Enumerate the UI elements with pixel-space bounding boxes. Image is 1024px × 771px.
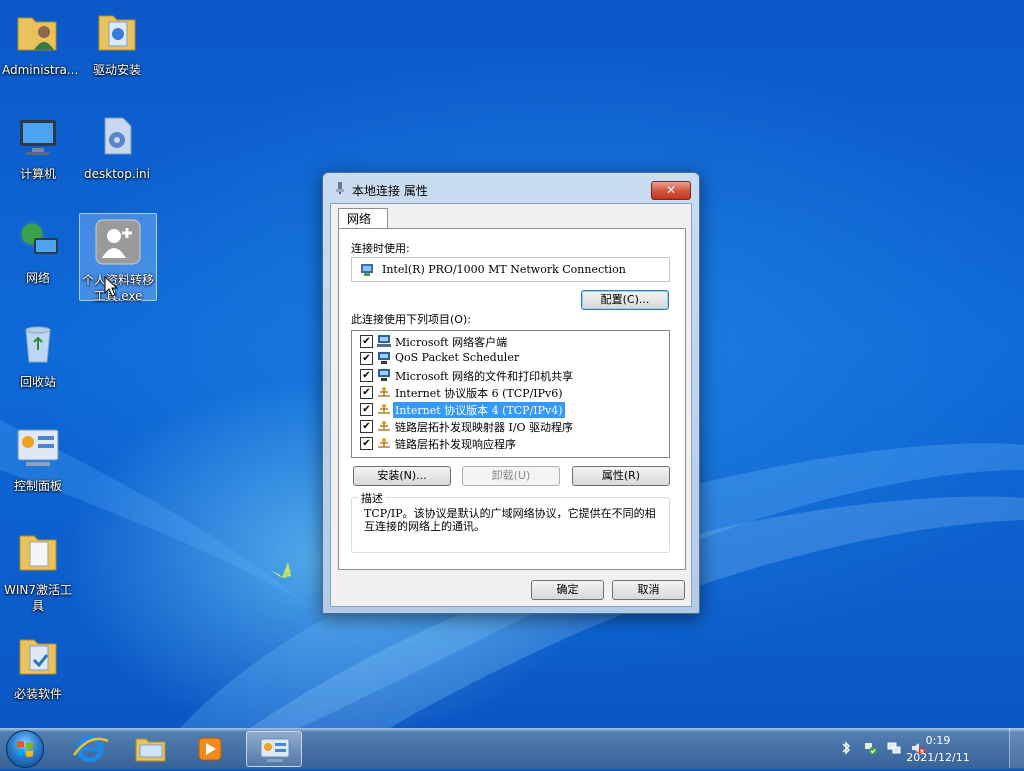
ok-button[interactable]: 确定 <box>531 580 604 600</box>
cancel-button[interactable]: 取消 <box>612 580 685 600</box>
uninstall-button[interactable]: 卸载(U) <box>462 466 560 486</box>
item-label: Microsoft 网络的文件和打印机共享 <box>395 370 574 383</box>
media-player-icon <box>198 737 222 761</box>
desktop-icon-driver-install[interactable]: 驱动安装 <box>79 4 155 78</box>
network-adapter-icon <box>361 264 373 276</box>
network-client-icon <box>377 335 391 347</box>
desktop-icon-recycle-bin[interactable]: 回收站 <box>0 316 76 390</box>
network-service-icon <box>378 352 390 364</box>
mouse-cursor-icon <box>104 276 118 297</box>
protocol-icon <box>378 421 390 431</box>
network-icon <box>18 220 58 254</box>
clock-time: 0:19 <box>925 734 951 747</box>
connect-using-label: 连接时使用: <box>351 242 410 255</box>
list-item-selected[interactable]: ✔ Internet 协议版本 4 (TCP/IPv4) <box>360 401 660 419</box>
item-label: QoS Packet Scheduler <box>395 351 520 364</box>
taskbar-ie-button[interactable] <box>62 731 118 767</box>
desktop-icon-label: 网络 <box>25 271 50 285</box>
taskbar-media-player-button[interactable] <box>182 731 238 767</box>
dialog-titlebar[interactable]: 本地连接 属性 ✕ <box>323 173 699 203</box>
desktop-icon-essential-software[interactable]: 必装软件 <box>0 628 76 702</box>
tab-network[interactable]: 网络 <box>338 208 388 228</box>
desktop-icon-label: desktop.ini <box>84 167 150 181</box>
list-item[interactable]: ✔ QoS Packet Scheduler <box>360 350 660 366</box>
item-label: Internet 协议版本 6 (TCP/IPv6) <box>395 387 563 400</box>
bluetooth-icon[interactable] <box>838 740 854 756</box>
close-icon: ✕ <box>665 183 677 197</box>
clock-date: 2021/12/11 <box>906 751 970 764</box>
desktop-icon-label: 必装软件 <box>13 687 62 701</box>
control-panel-icon <box>17 429 59 466</box>
control-panel-icon <box>260 738 290 762</box>
list-item[interactable]: ✔ Internet 协议版本 6 (TCP/IPv6) <box>360 384 660 400</box>
list-item[interactable]: ✔ Microsoft 网络的文件和打印机共享 <box>360 367 660 383</box>
checkbox[interactable]: ✔ <box>360 437 373 450</box>
computer-icon <box>20 120 56 155</box>
install-button[interactable]: 安装(N)... <box>353 466 451 486</box>
desktop-icon-control-panel[interactable]: 控制面板 <box>0 420 76 494</box>
settings-file-icon <box>104 117 132 155</box>
close-button[interactable]: ✕ <box>651 181 691 200</box>
network-connection-icon <box>336 182 344 194</box>
desktop-icon-label: 个人资料转移工具.exe <box>82 273 155 303</box>
adapter-field: Intel(R) PRO/1000 MT Network Connection <box>351 257 670 282</box>
list-item[interactable]: ✔ Microsoft 网络客户端 <box>360 333 660 349</box>
items-label: 此连接使用下列项目(O): <box>351 313 471 326</box>
item-label: 链路层拓扑发现响应程序 <box>395 438 516 451</box>
show-desktop-button[interactable] <box>1009 728 1024 768</box>
checkbox[interactable]: ✔ <box>360 369 373 382</box>
taskbar-clock[interactable]: 0:19 2021/12/11 <box>898 732 978 766</box>
desktop-icon-profile-transfer[interactable]: 个人资料转移工具.exe <box>79 213 157 303</box>
windows-logo-icon <box>17 741 33 757</box>
user-add-icon <box>95 219 141 265</box>
desktop-icon-label: 控制面板 <box>13 479 62 493</box>
desktop-icon-label: 驱动安装 <box>92 63 141 77</box>
desktop-icon-administrator[interactable]: Administra... <box>0 4 79 78</box>
checkbox[interactable]: ✔ <box>360 403 373 416</box>
desktop-icon-label: 计算机 <box>19 167 56 181</box>
dialog-client-area: 网络 连接时使用: Intel(R) PRO/1000 MT Network C… <box>330 203 692 607</box>
folder-icon <box>98 15 136 51</box>
network-service-icon <box>378 369 390 381</box>
configure-button[interactable]: 配置(C)... <box>581 290 669 310</box>
desktop-icon-win7-activation[interactable]: WIN7激活工具 <box>0 524 76 614</box>
folder-icon <box>135 738 166 762</box>
item-label: 链路层拓扑发现映射器 I/O 驱动程序 <box>395 421 574 434</box>
protocol-icon <box>378 387 390 397</box>
desktop-icon-desktop-ini[interactable]: desktop.ini <box>79 108 155 182</box>
start-button[interactable] <box>6 730 44 768</box>
folder-icon <box>19 639 57 675</box>
checkbox[interactable]: ✔ <box>360 352 373 365</box>
internet-explorer-icon <box>72 735 109 763</box>
item-label: Microsoft 网络客户端 <box>395 336 508 349</box>
protocol-icon <box>378 438 390 448</box>
recycle-bin-icon <box>25 326 51 363</box>
desktop-icon-label: 回收站 <box>19 375 56 389</box>
desktop-icon-label: WIN7激活工具 <box>3 583 73 613</box>
dialog-title: 本地连接 属性 <box>352 184 428 198</box>
desktop-icon-network[interactable]: 网络 <box>0 212 76 286</box>
taskbar-explorer-button[interactable] <box>122 731 178 767</box>
components-list[interactable]: ✔ Microsoft 网络客户端 ✔ QoS Packet Scheduler… <box>351 330 670 458</box>
checkbox[interactable]: ✔ <box>360 420 373 433</box>
list-item[interactable]: ✔ 链路层拓扑发现响应程序 <box>360 435 660 451</box>
checkbox[interactable]: ✔ <box>360 386 373 399</box>
description-title: 描述 <box>358 490 386 506</box>
item-label: Internet 协议版本 4 (TCP/IPv4) <box>392 401 566 419</box>
properties-dialog: 本地连接 属性 ✕ 网络 连接时使用: Intel(R) PRO/1000 MT… <box>322 172 700 614</box>
description-text: TCP/IP。该协议是默认的广域网络协议，它提供在不同的相互连接的网络上的通讯。 <box>364 507 656 533</box>
taskbar-control-panel-button[interactable] <box>246 731 302 767</box>
adapter-name: Intel(R) PRO/1000 MT Network Connection <box>382 263 626 276</box>
folder-icon <box>19 535 57 571</box>
list-item[interactable]: ✔ 链路层拓扑发现映射器 I/O 驱动程序 <box>360 418 660 434</box>
user-folder-icon <box>17 17 57 51</box>
description-group: 描述 TCP/IP。该协议是默认的广域网络协议，它提供在不同的相互连接的网络上的… <box>351 490 670 553</box>
properties-button[interactable]: 属性(R) <box>572 466 670 486</box>
desktop-icon-label: Administra... <box>2 63 79 77</box>
desktop-icon-computer[interactable]: 计算机 <box>0 108 76 182</box>
security-center-icon[interactable] <box>862 740 878 756</box>
protocol-icon <box>378 404 390 414</box>
checkbox[interactable]: ✔ <box>360 335 373 348</box>
